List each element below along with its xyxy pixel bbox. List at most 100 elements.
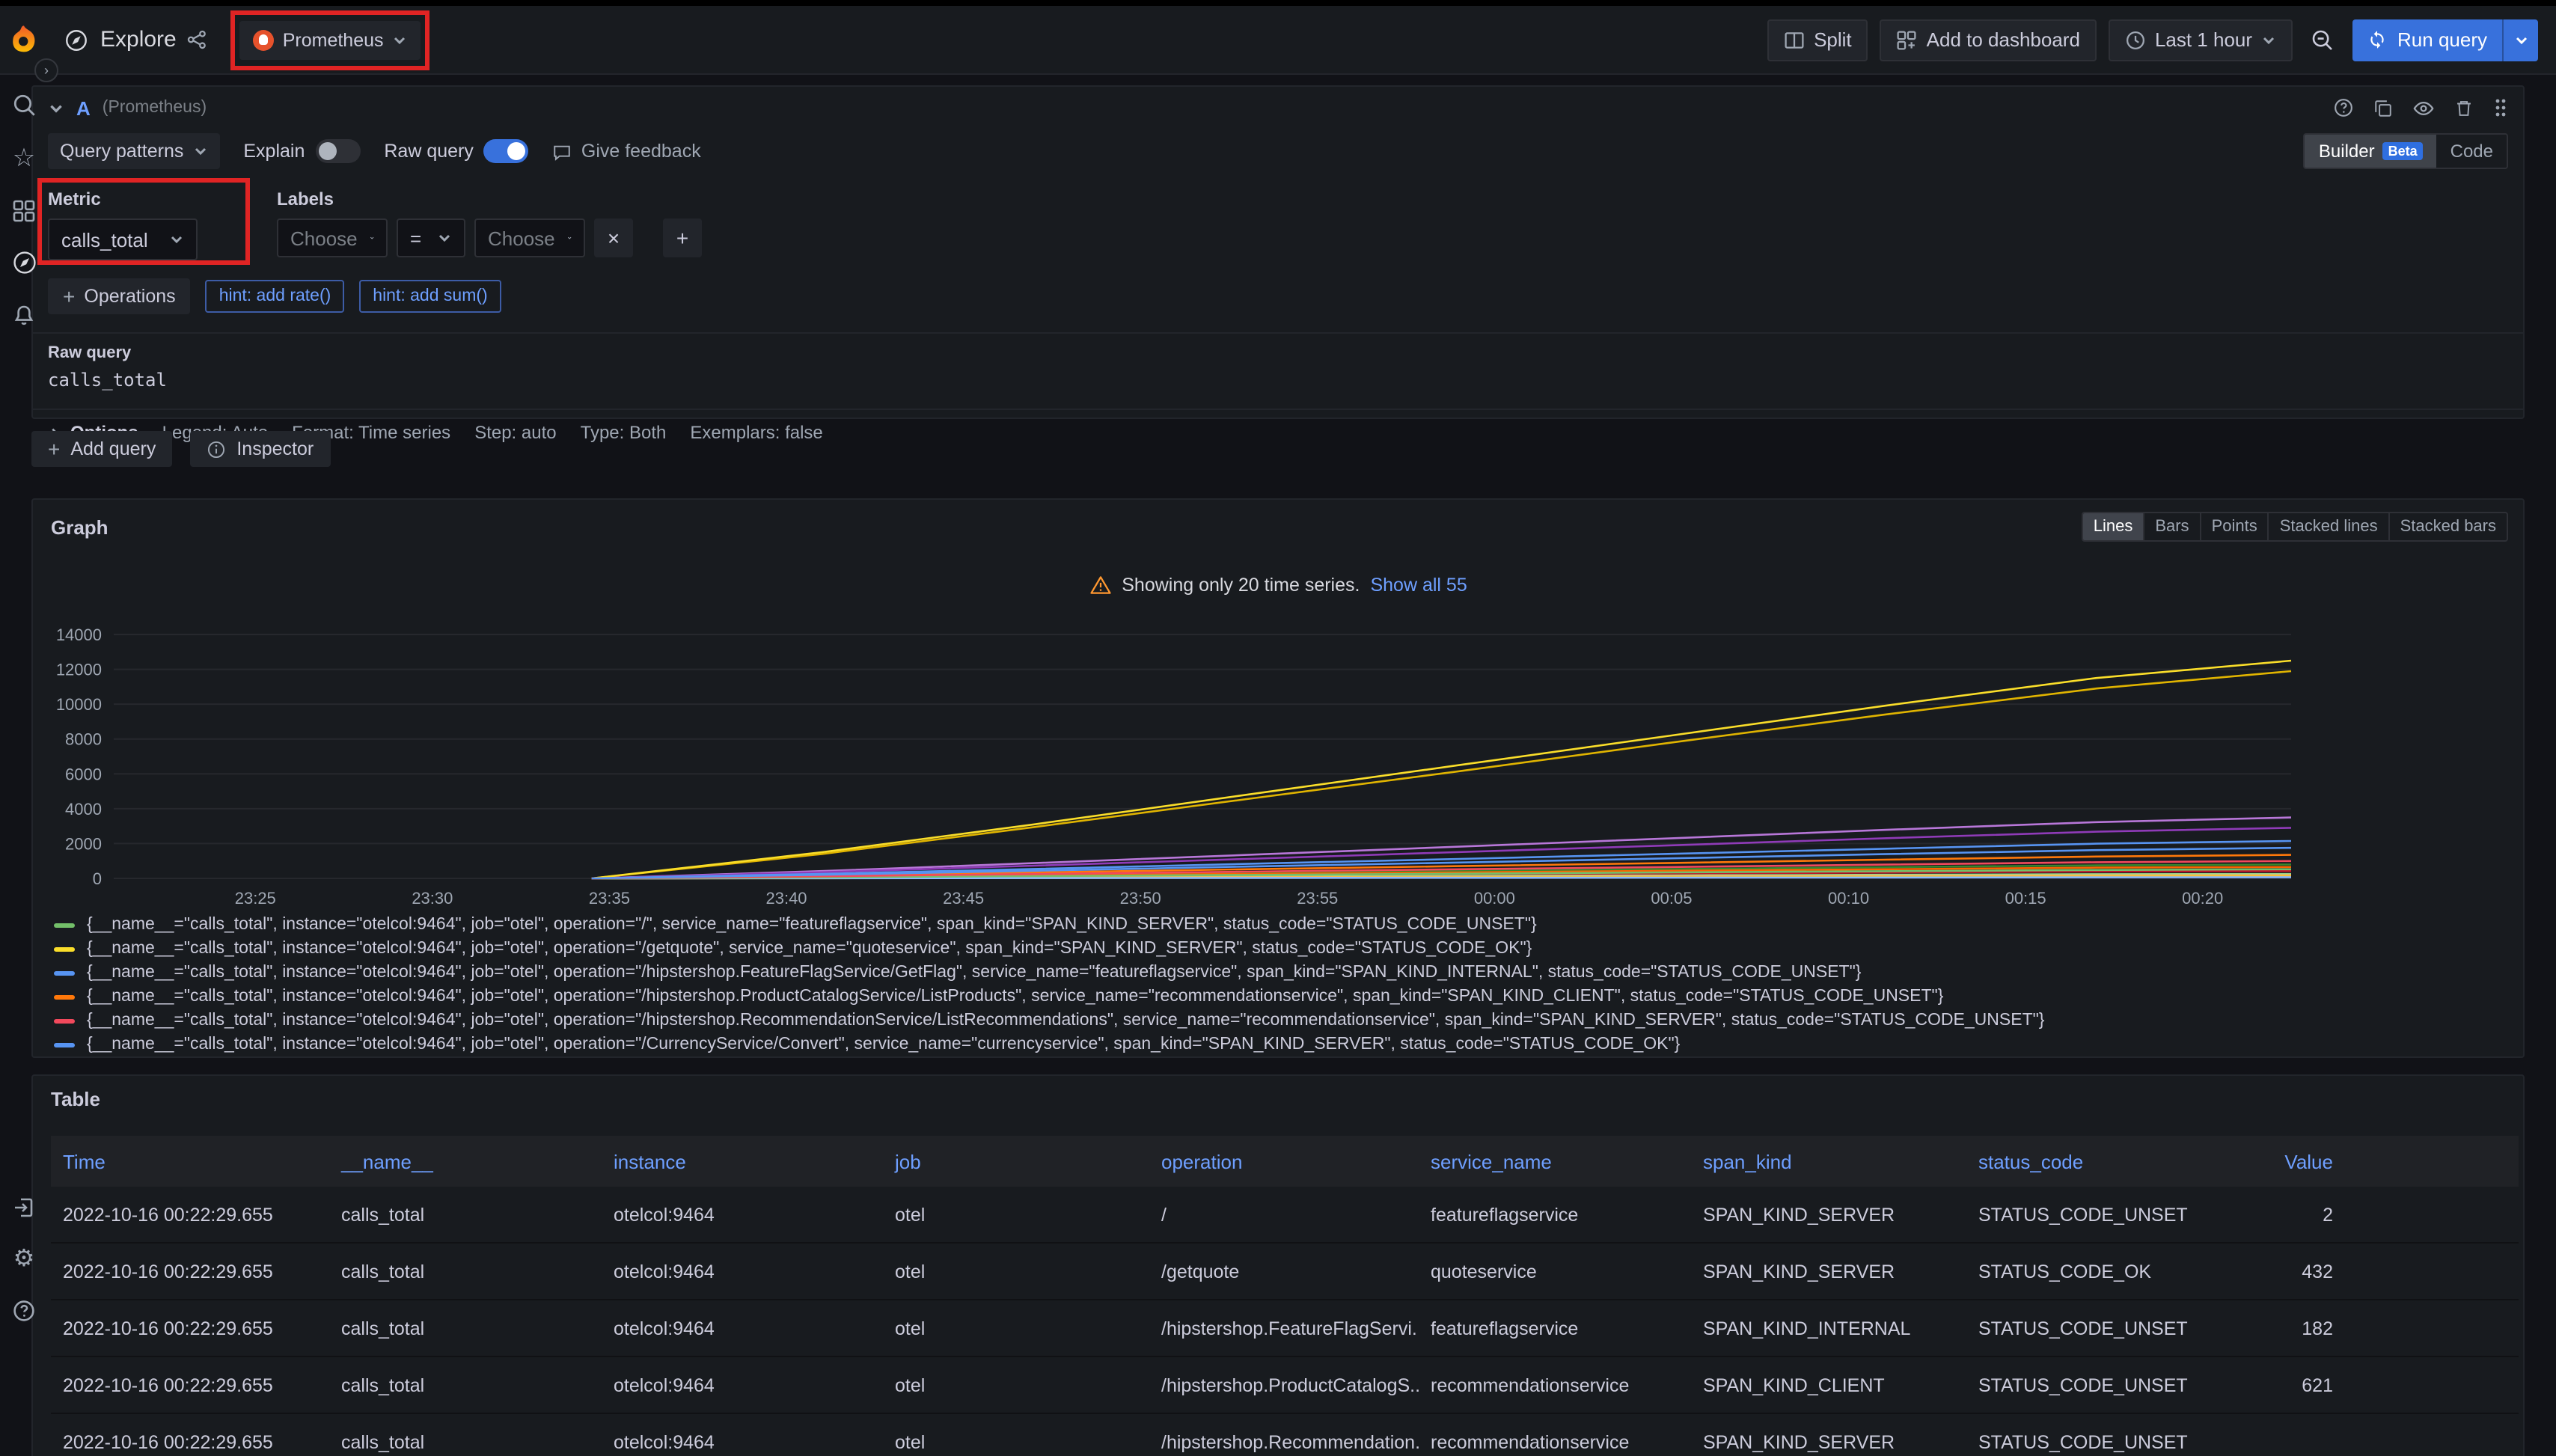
legend-color-marker [54, 923, 75, 927]
explain-label: Explain [243, 141, 305, 162]
inspector-label: Inspector [236, 438, 314, 459]
column-header-service-name[interactable]: service_name [1419, 1136, 1691, 1187]
query-datasource-hint: (Prometheus) [103, 99, 207, 117]
legend-color-marker [54, 1018, 75, 1023]
column-header-span-kind[interactable]: span_kind [1691, 1136, 1966, 1187]
explain-toggle[interactable] [315, 139, 360, 163]
dashboards-icon[interactable] [9, 196, 39, 226]
cell-time: 2022-10-16 00:22:29.655 [51, 1187, 329, 1244]
option-step: Step: auto [474, 422, 556, 443]
settings-gear-icon[interactable]: ⚙ [9, 1244, 39, 1273]
cell-instance: otelcol:9464 [602, 1414, 883, 1456]
label-value-select[interactable]: Choose [474, 218, 585, 257]
hint-add-rate-button[interactable]: hint: add rate() [206, 280, 345, 313]
hint-add-sum-button[interactable]: hint: add sum() [359, 280, 501, 313]
svg-text:23:50: 23:50 [1120, 889, 1161, 908]
prometheus-logo-icon [253, 29, 274, 50]
explore-compass-icon[interactable] [9, 247, 39, 277]
split-button[interactable]: Split [1767, 19, 1868, 61]
column-header-name[interactable]: __name__ [329, 1136, 602, 1187]
run-query-button[interactable]: Run query [2352, 19, 2538, 61]
cell-name: calls_total [329, 1187, 602, 1244]
alerts-bell-icon[interactable] [9, 301, 39, 331]
option-type: Type: Both [581, 422, 667, 443]
legend-item[interactable]: {__name__="calls_total", instance="otelc… [54, 913, 2511, 937]
builder-mode-button[interactable]: Builder Beta [2305, 135, 2437, 168]
legend-item[interactable]: {__name__="calls_total", instance="otelc… [54, 985, 2511, 1009]
svg-text:23:35: 23:35 [589, 889, 630, 908]
cell-status: STATUS_CODE_UNSET [1966, 1300, 2191, 1357]
time-range-picker[interactable]: Last 1 hour [2109, 19, 2293, 61]
duplicate-query-icon[interactable] [2373, 98, 2393, 117]
legend-item[interactable]: {__name__="calls_total", instance="otelc… [54, 1009, 2511, 1033]
add-to-dashboard-button[interactable]: Add to dashboard [1880, 19, 2097, 61]
add-label-filter-button[interactable]: + [663, 218, 702, 257]
grafana-logo[interactable] [6, 22, 42, 58]
raw-query-toggle[interactable] [484, 139, 529, 163]
inspector-button[interactable]: Inspector [190, 431, 330, 467]
cell-span-kind: SPAN_KIND_CLIENT [1691, 1357, 1966, 1414]
code-label: Code [2450, 141, 2493, 162]
drag-handle-icon[interactable] [2493, 97, 2508, 118]
query-row-header[interactable]: A (Prometheus) [33, 87, 2523, 129]
cell-value: 621 [2191, 1357, 2345, 1414]
label-key-placeholder: Choose [290, 227, 358, 249]
query-help-icon[interactable] [2333, 97, 2354, 118]
collapse-chevron-icon[interactable] [48, 100, 64, 116]
cell-job: otel [883, 1187, 1149, 1244]
svg-text:23:45: 23:45 [943, 889, 984, 908]
svg-text:6000: 6000 [65, 765, 102, 783]
query-patterns-dropdown[interactable]: Query patterns [48, 133, 219, 169]
datasource-name: Prometheus [283, 29, 384, 50]
code-mode-button[interactable]: Code [2437, 135, 2507, 168]
add-to-dashboard-label: Add to dashboard [1927, 28, 2080, 51]
cell-time: 2022-10-16 00:22:29.655 [51, 1357, 329, 1414]
cell-status: STATUS_CODE_UNSET [1966, 1187, 2191, 1244]
legend-item[interactable]: {__name__="calls_total", instance="otelc… [54, 937, 2511, 961]
run-query-dropdown[interactable] [2502, 19, 2538, 61]
cell-span-kind: SPAN_KIND_SERVER [1691, 1414, 1966, 1456]
metric-select[interactable]: calls_total [48, 218, 198, 260]
legend-item[interactable]: {__name__="calls_total", instance="otelc… [54, 961, 2511, 985]
legend-item[interactable]: {__name__="calls_total", instance="otelc… [54, 1033, 2511, 1056]
options-row: Options Legend: Auto Format: Time series… [33, 409, 2523, 455]
help-icon[interactable] [9, 1296, 39, 1326]
datasource-picker[interactable]: Prometheus [239, 20, 421, 59]
svg-text:23:40: 23:40 [765, 889, 807, 908]
graph-panel: Graph Lines Bars Points Stacked lines St… [31, 498, 2525, 1058]
legend-item-overflow[interactable]: {__name__="calls_total", instance="otelc… [54, 1056, 2511, 1058]
column-header-value[interactable]: Value [2191, 1136, 2345, 1187]
svg-text:00:05: 00:05 [1651, 889, 1692, 908]
star-icon[interactable]: ☆ [9, 144, 39, 174]
hide-response-eye-icon[interactable] [2412, 97, 2435, 119]
labels-field-label: Labels [277, 189, 702, 209]
search-icon[interactable] [9, 90, 39, 120]
column-header-status-code[interactable]: status_code [1966, 1136, 2191, 1187]
top-bar: Explore Prometheus [0, 6, 2556, 75]
column-header-job[interactable]: job [883, 1136, 1149, 1187]
label-operator-value: = [410, 227, 421, 249]
sign-in-icon[interactable] [9, 1193, 39, 1223]
labels-block: Labels Choose = Choose × [277, 189, 702, 260]
give-feedback-link[interactable]: Give feedback [553, 141, 701, 162]
operations-button[interactable]: + Operations [48, 278, 191, 314]
zoom-out-button[interactable] [2305, 19, 2341, 61]
cell-filler [2345, 1244, 2519, 1300]
column-header-instance[interactable]: instance [602, 1136, 883, 1187]
query-toolbar: Query patterns Explain Raw query Give fe… [33, 129, 2523, 174]
remove-query-trash-icon[interactable] [2454, 98, 2474, 117]
sidebar-expand-button[interactable]: › [34, 58, 58, 82]
share-link-icon[interactable] [187, 30, 207, 49]
legend-label: {__name__="calls_total", instance="otelc… [87, 1012, 2045, 1030]
add-query-label: Add query [70, 438, 156, 459]
remove-label-filter-button[interactable]: × [594, 218, 633, 257]
cell-span-kind: SPAN_KIND_INTERNAL [1691, 1300, 1966, 1357]
legend-color-marker [54, 970, 75, 975]
column-header-operation[interactable]: operation [1149, 1136, 1419, 1187]
label-key-select[interactable]: Choose [277, 218, 388, 257]
add-query-button[interactable]: + Add query [31, 431, 172, 467]
cell-instance: otelcol:9464 [602, 1244, 883, 1300]
cell-name: calls_total [329, 1300, 602, 1357]
label-operator-select[interactable]: = [397, 218, 465, 257]
column-header-time[interactable]: Time [51, 1136, 329, 1187]
